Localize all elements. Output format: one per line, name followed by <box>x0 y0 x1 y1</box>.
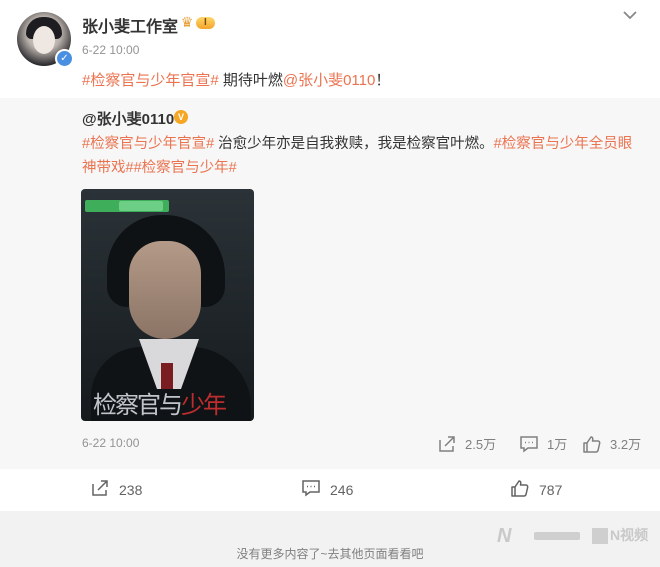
comment-count: 246 <box>330 481 354 498</box>
retweet-like-count: 3.2万 <box>610 437 642 452</box>
platform-tag-secondary <box>119 201 163 211</box>
retweet-comment-count: 1万 <box>547 437 568 452</box>
retweet-author[interactable]: @张小斐0110 <box>82 108 174 129</box>
poster-credit <box>207 347 221 371</box>
comment-icon <box>519 435 539 453</box>
poster-title-part1: 检察官与 <box>93 391 183 419</box>
crown-icon: ♛ <box>180 14 194 30</box>
poster-title-part2: 少年 <box>181 391 227 419</box>
member-level: I <box>196 16 215 29</box>
verified-v-icon: V <box>174 110 188 124</box>
retweeted-post[interactable]: @张小斐0110 V #检察官与少年官宣# 治愈少年亦是自我救赎，我是检察官叶燃… <box>0 98 660 469</box>
retweet-share-count: 2.5万 <box>465 437 497 452</box>
chevron-down-icon[interactable] <box>620 6 640 26</box>
mention-link[interactable]: @张小斐0110 <box>283 72 375 89</box>
hashtag-link[interactable]: #检察官与少年官宣# <box>82 136 214 152</box>
retweet-text: #检察官与少年官宣# 治愈少年亦是自我救赎，我是检察官叶燃。#检察官与少年全员眼… <box>82 132 642 180</box>
share-icon <box>437 435 457 453</box>
poster-title: 检察官与少年 <box>93 385 253 419</box>
share-icon <box>90 479 110 500</box>
post-action-bar: 238 246 787 <box>0 469 660 511</box>
poster-figure-face <box>129 241 201 339</box>
watermark-n-video-text: N视频 <box>610 527 649 543</box>
post-text-end: ！ <box>375 72 391 89</box>
weibo-post: ✓ 张小斐工作室 ♛ I 6-22 10:00 #检察官与少年官宣# 期待叶燃@… <box>0 0 660 567</box>
feed-footer: N N视频 没有更多内容了~去其他页面看看吧 <box>0 511 660 567</box>
hashtag-link[interactable]: #检察官与少年# <box>134 160 237 176</box>
retweet-body: 治愈少年亦是自我救赎，我是检察官叶燃。 <box>214 136 494 152</box>
member-badge[interactable]: ♛ I <box>179 15 215 30</box>
like-button[interactable]: 787 <box>510 479 562 500</box>
poster-image[interactable]: 检察官与少年 <box>81 189 254 421</box>
watermark-logo-subtitle <box>534 532 580 540</box>
watermark-n-video: N视频 <box>592 525 648 545</box>
no-more-content-text: 没有更多内容了~去其他页面看看吧 <box>236 547 424 561</box>
share-count: 238 <box>119 481 143 498</box>
hashtag-link[interactable]: #检察官与少年官宣# <box>82 72 219 89</box>
retweet-like-button[interactable]: 3.2万 <box>582 434 641 453</box>
comment-button[interactable]: 246 <box>301 479 353 500</box>
thumbs-up-icon <box>582 435 602 453</box>
verified-badge-icon: ✓ <box>55 49 74 68</box>
retweet-time[interactable]: 6-22 10:00 <box>82 436 139 450</box>
thumbs-up-icon <box>510 479 530 500</box>
retweet-comment-button[interactable]: 1万 <box>519 434 567 453</box>
avatar-face <box>33 26 55 54</box>
retweet-share-button[interactable]: 2.5万 <box>437 434 496 453</box>
watermark-box-icon <box>592 528 608 545</box>
comment-icon <box>301 479 321 500</box>
post-text-middle: 期待叶燃 <box>218 72 283 89</box>
post-text: #检察官与少年官宣# 期待叶燃@张小斐0110！ <box>82 69 390 90</box>
post-time[interactable]: 6-22 10:00 <box>82 43 139 57</box>
share-button[interactable]: 238 <box>90 479 142 500</box>
like-count: 787 <box>539 481 563 498</box>
author-name[interactable]: 张小斐工作室 <box>82 13 178 37</box>
